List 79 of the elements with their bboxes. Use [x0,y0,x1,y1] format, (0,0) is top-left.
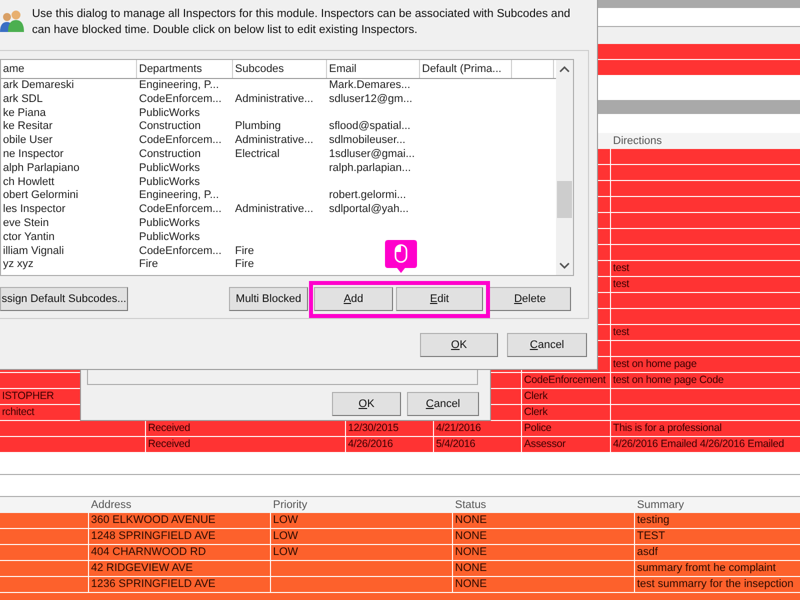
list-cell-text: alph Parlapiano [2,162,80,176]
table-cell: LOW [270,529,452,544]
table-cell: NONE [452,513,634,528]
list-cell-text: PublicWorks [138,230,201,245]
table-cell: NONE [452,529,634,544]
list-cell-text: PublicWorks [138,176,201,190]
table-cell: test [610,277,800,292]
table-cell-text: rchitect [1,405,36,420]
list-cell-text: sdlportal@yah... [328,203,410,217]
list-cell-text: 1sdluser@gmai... [328,148,416,162]
table-cell: 1248 SPRINGFIELD AVE [88,529,270,544]
table-cell: 4/26/2016 Emailed 4/26/2016 Emailed [610,437,800,452]
table-cell: summary fromt he complaint [634,561,800,576]
list-cell-text: Fire [234,258,255,272]
table-cell: Received [145,437,345,452]
list-cell-text: ctor Yantin [2,230,56,245]
list-cell-text: Administrative... [234,203,314,217]
table-cell: Clerk [521,389,610,404]
list-cell-text: PublicWorks [138,216,201,231]
list-cell-text: Engineering, P... [138,79,220,93]
table-cell: Clerk [521,405,610,420]
table-cell: test summarry for the insepction [634,577,800,592]
table-cell: test [610,325,800,340]
list-cell-text: Construction [138,120,202,134]
table-cell-text: ISTOPHER [1,389,55,404]
list-cell-text: CodeEnforcem... [138,244,223,258]
table-cell: Assessor [521,437,610,452]
list-cell-text: sflood@spatial... [328,120,412,134]
table-cell: 404 CHARNWOOD RD [88,545,270,560]
list-cell-text: eve Stein [2,216,50,231]
list-cell-text: Mark.Demares... [328,79,412,93]
table-cell: NONE [452,561,634,576]
table-cell: LOW [270,513,452,528]
table-cell: CodeEnforcement [521,373,610,388]
list-cell-text: sdlmobileuser... [328,134,406,148]
list-cell-text: les Inspector [2,203,66,217]
list-cell-text: ark SDL [2,92,44,107]
list-cell-text: Administrative... [234,92,314,107]
list-cell-text: illiam Vignali [2,244,65,258]
table-cell: 1236 SPRINGFIELD AVE [88,577,270,592]
table-cell: 42 RIDGEVIEW AVE [88,561,270,576]
table-cell: NONE [452,545,634,560]
list-cell-text: Engineering, P... [138,189,220,204]
list-cell-text: ke Resitar [2,120,54,134]
list-cell-text: obert Gelormini [2,189,80,204]
table-cell: test [610,261,800,276]
list-cell-text: ke Piana [2,106,47,120]
list-cell-text: PublicWorks [138,106,201,120]
list-cell-text: Administrative... [234,134,314,148]
table-cell: 4/26/2016 [345,437,433,452]
list-cell-text: Electrical [234,148,281,162]
list-cell-text: ne Inspector [2,148,65,162]
description-text: Use this dialog to manage all Inspectors for this module. Inspectors can be associated with Subcodes and can have blocked time. Double click on below list to edit existing Inspectors. [32,7,572,38]
list-cell-text: ark Demareski [2,79,75,93]
table-cell: Police [521,421,610,436]
list-cell-text: Construction [138,148,202,162]
table-cell: TEST [634,529,800,544]
list-cell-text: obile User [2,134,54,148]
table-cell: 5/4/2016 [433,437,521,452]
table-cell: testing [634,513,800,528]
list-cell-text: PublicWorks [138,162,201,176]
list-cell-text: robert.gelormi... [328,189,408,204]
table-cell: NONE [452,577,634,592]
table-cell: asdf [634,545,800,560]
list-cell-text: CodeEnforcem... [138,203,223,217]
table-cell: This is for a professional [610,421,800,436]
table-cell: test on home page [610,357,800,372]
list-cell-text: ch Howlett [2,176,56,190]
list-cell-text: yz xyz [2,258,35,272]
list-cell-text: ralph.parlapian... [328,162,412,176]
list-cell-text: Plumbing [234,120,282,134]
table-cell: LOW [270,545,452,560]
table-cell: 360 ELKWOOD AVENUE [88,513,270,528]
list-cell-text: Fire [138,258,159,272]
list-cell-text: CodeEnforcem... [138,134,223,148]
table-cell: test on home page Code [610,373,800,388]
list-cell-text: sdluser12@gm... [328,92,414,107]
list-cell-text: Fire [234,244,255,258]
list-cell-text: CodeEnforcem... [138,92,223,107]
